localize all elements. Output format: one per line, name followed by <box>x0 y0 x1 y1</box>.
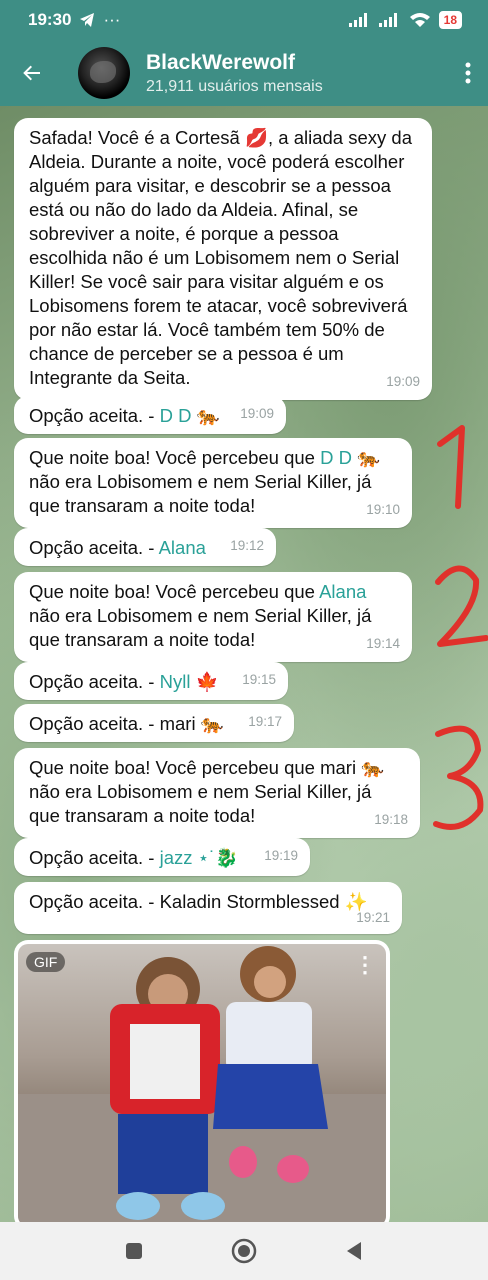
message-text: Safada! Você é a Cortesã 💋, a aliada sex… <box>29 127 412 388</box>
player-name: Nyll 🍁 <box>159 671 219 692</box>
message-bubble[interactable]: Opção aceita. - Kaladin Stormblessed ✨ 1… <box>14 882 402 934</box>
back-button-icon[interactable] <box>339 1236 369 1266</box>
message-bubble[interactable]: Opção aceita. - Nyll 🍁 19:15 <box>14 662 288 700</box>
gif-badge: GIF <box>26 952 66 972</box>
message-time: 19:21 <box>356 910 390 925</box>
more-notifications-icon: ··· <box>103 10 121 29</box>
annotation-2 <box>435 565 488 647</box>
chat-title-area[interactable]: BlackWerewolf 21,911 usuários mensais <box>146 51 448 96</box>
player-name: mari 🐅 <box>159 713 224 734</box>
chat-title: BlackWerewolf <box>146 50 295 74</box>
status-bar: 19:30 ··· 18 <box>0 0 488 40</box>
message-time: 19:19 <box>264 848 298 863</box>
annotation-3 <box>433 725 484 830</box>
player-name: mari 🐅 <box>320 757 385 778</box>
player-name: D D 🐅 <box>320 447 381 468</box>
player-name: jazz ⋆˙🐉 <box>159 847 239 868</box>
chat-header: BlackWerewolf 21,911 usuários mensais <box>0 40 488 106</box>
back-arrow-icon[interactable] <box>0 40 64 106</box>
signal-icon-2 <box>378 13 397 27</box>
chat-area[interactable]: Safada! Você é a Cortesã 💋, a aliada sex… <box>0 106 488 1222</box>
battery-icon: 18 <box>438 11 462 29</box>
status-time: 19:30 <box>28 10 72 29</box>
message-time: 19:15 <box>242 672 276 687</box>
gif-message[interactable]: GIF ⋮ <box>14 940 390 1222</box>
message-bubble[interactable]: Opção aceita. - mari 🐅 19:17 <box>14 704 294 742</box>
message-bubble[interactable]: Opção aceita. - jazz ⋆˙🐉 19:19 <box>14 838 310 876</box>
message-bubble[interactable]: Que noite boa! Você percebeu que mari 🐅 … <box>14 748 420 838</box>
annotation-1 <box>437 425 465 509</box>
telegram-icon <box>80 13 95 27</box>
gif-image[interactable]: GIF ⋮ <box>18 944 386 1222</box>
more-menu-icon[interactable] <box>448 40 488 106</box>
message-time: 19:17 <box>248 714 282 729</box>
message-time: 19:10 <box>366 502 400 517</box>
chat-subtitle: 21,911 usuários mensais <box>146 77 323 95</box>
message-time: 19:14 <box>366 636 400 651</box>
system-nav-bar <box>0 1222 488 1280</box>
message-bubble[interactable]: Que noite boa! Você percebeu que Alana n… <box>14 572 412 662</box>
player-name: Alana <box>158 537 206 558</box>
avatar[interactable] <box>78 47 130 99</box>
player-name: Alana <box>319 581 367 602</box>
message-bubble[interactable]: Safada! Você é a Cortesã 💋, a aliada sex… <box>14 118 432 400</box>
recents-button-icon[interactable] <box>119 1236 149 1266</box>
wifi-icon <box>409 13 430 27</box>
message-bubble[interactable]: Que noite boa! Você percebeu que D D 🐅 n… <box>14 438 412 528</box>
message-time: 19:09 <box>240 406 274 421</box>
message-bubble[interactable]: Opção aceita. - D D 🐅 19:09 <box>14 396 286 434</box>
signal-icon <box>348 13 367 27</box>
gif-menu-icon[interactable]: ⋮ <box>354 952 376 978</box>
message-time: 19:12 <box>230 538 264 553</box>
message-time: 19:18 <box>374 812 408 827</box>
home-button-icon[interactable] <box>229 1236 259 1266</box>
player-name: D D 🐅 <box>159 405 220 426</box>
player-name: Kaladin Stormblessed ✨ <box>159 891 368 912</box>
message-bubble[interactable]: Opção aceita. - Alana 19:12 <box>14 528 276 566</box>
message-time: 19:09 <box>386 374 420 389</box>
monkeys-image <box>18 946 386 1222</box>
